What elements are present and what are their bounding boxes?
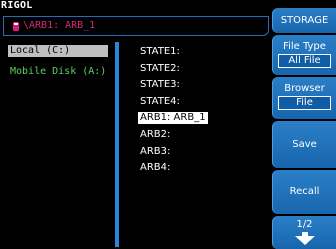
file-item-state1[interactable]: STATE1:	[138, 46, 208, 58]
file-item-arb2[interactable]: ARB2:	[138, 129, 208, 141]
recall-label: Recall	[289, 186, 320, 197]
current-path: \ARB1: ARB_1	[23, 20, 96, 31]
softkey-menu: STORAGE File Type All File Browser File …	[272, 0, 336, 249]
drive-list: Local (C:) Mobile Disk (A:)	[8, 45, 109, 87]
browser-softkey[interactable]: Browser File	[272, 77, 336, 119]
file-icon	[13, 22, 19, 31]
brand-logo: RIGOL	[1, 0, 33, 11]
file-type-title: File Type	[283, 41, 326, 52]
drive-item-mobile-disk[interactable]: Mobile Disk (A:)	[8, 66, 108, 78]
path-bar: \ARB1: ARB_1	[3, 16, 269, 36]
panel-divider	[115, 42, 119, 247]
page-indicator: 1/2	[296, 219, 313, 230]
browser-title: Browser	[284, 83, 325, 94]
recall-button[interactable]: Recall	[272, 170, 336, 214]
drive-item-local[interactable]: Local (C:)	[8, 45, 109, 57]
file-item-arb4[interactable]: ARB4:	[138, 162, 208, 174]
page-softkey[interactable]: 1/2	[272, 216, 336, 249]
file-item-state4[interactable]: STATE4:	[138, 96, 208, 108]
file-item-arb3[interactable]: ARB3:	[138, 146, 208, 158]
file-type-value: All File	[278, 54, 331, 68]
file-item-arb1[interactable]: ARB1: ARB_1	[138, 112, 208, 125]
browser-value: File	[278, 96, 331, 110]
file-list: STATE1: STATE2: STATE3: STATE4: ARB1: AR…	[138, 46, 208, 179]
file-type-softkey[interactable]: File Type All File	[272, 35, 336, 75]
storage-title-label: STORAGE	[280, 15, 329, 26]
file-item-state3[interactable]: STATE3:	[138, 79, 208, 91]
storage-menu-title: STORAGE	[272, 8, 336, 33]
save-button[interactable]: Save	[272, 121, 336, 168]
file-item-state2[interactable]: STATE2:	[138, 63, 208, 75]
save-label: Save	[292, 139, 317, 150]
arrow-down-icon	[294, 236, 315, 245]
